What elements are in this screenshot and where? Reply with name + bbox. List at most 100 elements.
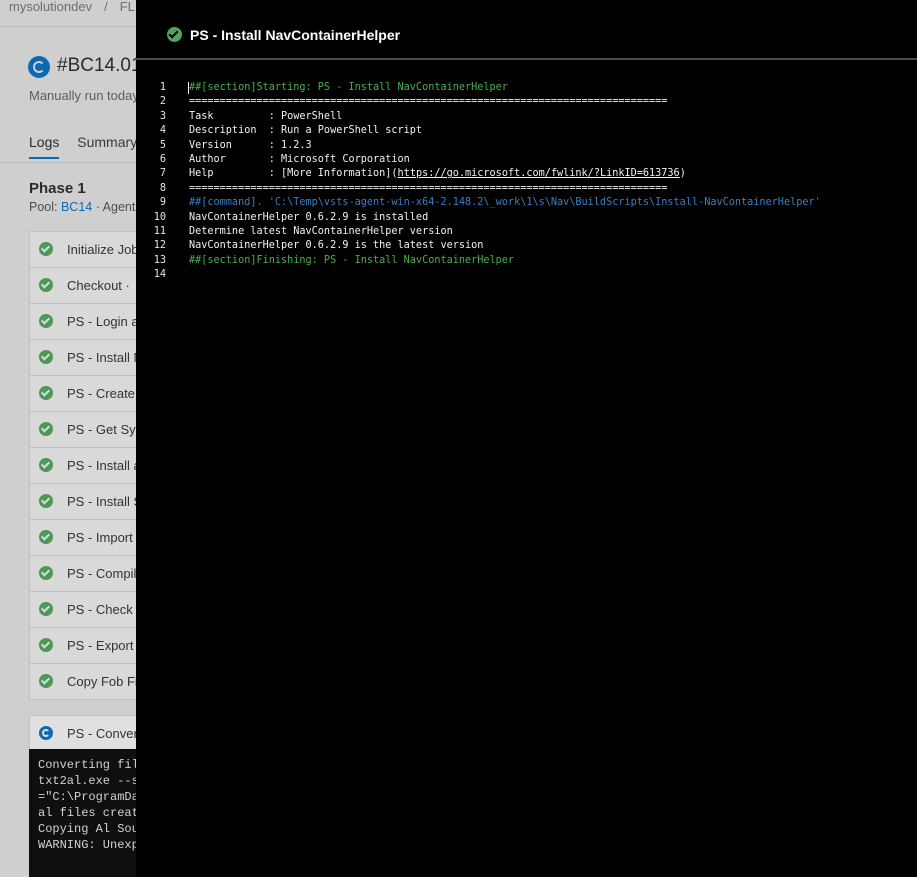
breadcrumb-project[interactable]: FL	[120, 0, 135, 14]
line-number: 4	[159, 125, 166, 137]
log-line: 10 NavContainerHelper 0.6.2.9 is installe…	[136, 211, 917, 225]
check-circle-icon	[39, 386, 53, 400]
log-text: NavContainerHelper 0.6.2.9 is the latest…	[189, 240, 484, 252]
log-text: ##[command]. 'C:\Temp\vsts-agent-win-x64…	[189, 197, 821, 209]
check-circle-icon	[39, 314, 53, 328]
log-line: 5 Version : 1.2.3	[136, 139, 917, 153]
log-text: Author : Microsoft Corporation	[189, 153, 410, 165]
step-item[interactable]: PS - Install S	[29, 484, 149, 520]
log-line: 1 ##[section]Starting: PS - Install NavCo…	[136, 81, 917, 95]
tab-logs[interactable]: Logs	[29, 134, 60, 159]
line-number: 13	[153, 254, 166, 266]
step-item[interactable]: PS - Login ar	[29, 304, 149, 340]
console-line: WARNING: Unexp	[38, 838, 139, 852]
log-text: ========================================…	[189, 182, 668, 194]
running-icon	[28, 56, 50, 78]
step-item[interactable]: Initialize Job	[29, 231, 149, 268]
line-number: 6	[159, 153, 166, 165]
log-line: 9 ##[command]. 'C:\Temp\vsts-agent-win-x6…	[136, 196, 917, 210]
log-line: 13 ##[section]Finishing: PS - Install Nav…	[136, 254, 917, 268]
line-number: 2	[159, 96, 166, 108]
step-item[interactable]: PS - Import C	[29, 520, 149, 556]
line-number: 7	[159, 168, 166, 180]
step-label: PS - Install N	[67, 350, 143, 365]
log-line: 14	[136, 268, 917, 282]
step-label: Initialize Job	[67, 242, 139, 257]
step-label: PS - Login ar	[67, 314, 143, 329]
step-label: PS - Compile	[67, 566, 144, 581]
tab-summary[interactable]: Summary	[77, 134, 137, 157]
check-circle-icon	[39, 602, 53, 616]
log-line: 3 Task : PowerShell	[136, 110, 917, 124]
line-number: 9	[159, 197, 166, 209]
line-number: 1	[159, 82, 166, 93]
step-item[interactable]: PS - Export C	[29, 628, 149, 664]
line-number: 3	[159, 110, 166, 122]
console-line: ="C:\ProgramDat	[38, 790, 147, 804]
log-text: ========================================…	[189, 96, 668, 108]
step-label: PS - Check F	[67, 602, 145, 617]
step-item-running[interactable]: PS - Convert	[29, 715, 149, 752]
check-circle-icon	[39, 638, 53, 652]
log-text: ##[section]Starting: PS - Install NavCon…	[189, 82, 508, 93]
check-circle-icon	[39, 350, 53, 364]
log-lines: 1 ##[section]Starting: PS - Install NavCo…	[136, 81, 917, 282]
step-item[interactable]: PS - Check F	[29, 592, 149, 628]
breadcrumb-separator: /	[104, 0, 108, 14]
help-link[interactable]: https://go.microsoft.com/fwlink/?LinkID=…	[398, 168, 680, 179]
log-panel: PS - Install NavContainerHelper 1 ##[sect…	[136, 0, 917, 877]
step-item[interactable]: PS - Install N	[29, 340, 149, 376]
step-list: Initialize Job Checkout · PS - Login ar PS …	[29, 231, 149, 752]
log-panel-header: PS - Install NavContainerHelper	[136, 0, 917, 58]
run-subtitle: Manually run today	[29, 88, 139, 103]
step-item[interactable]: Checkout ·	[29, 268, 149, 304]
log-line: 2 =======================================…	[136, 95, 917, 109]
text-cursor	[188, 82, 189, 94]
log-help-prefix: Help : [More Information](	[189, 168, 398, 180]
pool-link[interactable]: BC14	[61, 200, 92, 214]
step-item[interactable]: PS - Create N	[29, 376, 149, 412]
header-divider	[0, 26, 136, 27]
check-circle-icon	[167, 27, 182, 42]
log-line: 8 =======================================…	[136, 182, 917, 196]
step-label: PS - Get Syst	[67, 422, 146, 437]
log-panel-title: PS - Install NavContainerHelper	[190, 27, 401, 43]
breadcrumb: mysolutiondev / FL	[9, 0, 135, 14]
step-label: PS - Install S	[67, 494, 143, 509]
run-tabs: Logs Summary	[29, 134, 151, 159]
breadcrumb-org[interactable]: mysolutiondev	[9, 0, 92, 14]
log-line: 4 Description : Run a PowerShell script	[136, 124, 917, 138]
check-circle-icon	[39, 674, 53, 688]
console-line: Copying Al Sou	[38, 822, 139, 836]
line-number: 14	[153, 269, 166, 281]
phase-title: Phase 1	[29, 180, 86, 197]
line-number: 11	[153, 225, 166, 237]
log-text: ##[section]Finishing: PS - Install NavCo…	[189, 254, 515, 266]
log-text: Determine latest NavContainerHelper vers…	[189, 225, 453, 237]
log-text: Description : Run a PowerShell script	[189, 125, 423, 137]
log-text: Help : [More Information](https://go.mic…	[189, 167, 686, 181]
tabs-divider	[0, 162, 136, 163]
line-number: 5	[159, 139, 166, 151]
check-circle-icon	[39, 458, 53, 472]
step-label: PS - Export C	[67, 638, 147, 653]
check-circle-icon	[39, 494, 53, 508]
check-circle-icon	[39, 566, 53, 580]
check-circle-icon	[39, 278, 53, 292]
log-panel-divider	[136, 58, 917, 60]
step-item[interactable]: PS - Install as	[29, 448, 149, 484]
step-item[interactable]: Copy Fob File	[29, 664, 149, 700]
phase-pool: Pool: BC14 · Agents	[29, 200, 142, 214]
log-line: 6 Author : Microsoft Corporation	[136, 153, 917, 167]
console-line: Converting fil	[38, 758, 139, 772]
pool-prefix: Pool:	[29, 200, 61, 214]
step-item[interactable]: PS - Compile	[29, 556, 149, 592]
line-number: 10	[153, 211, 166, 223]
log-text: Version : 1.2.3	[189, 139, 312, 151]
check-circle-icon	[39, 242, 53, 256]
line-number: 12	[153, 240, 166, 252]
check-circle-icon	[39, 530, 53, 544]
step-console-output: Converting fil txt2al.exe --s ="C:\Program…	[29, 749, 149, 877]
step-label: Checkout ·	[67, 278, 130, 293]
step-item[interactable]: PS - Get Syst	[29, 412, 149, 448]
